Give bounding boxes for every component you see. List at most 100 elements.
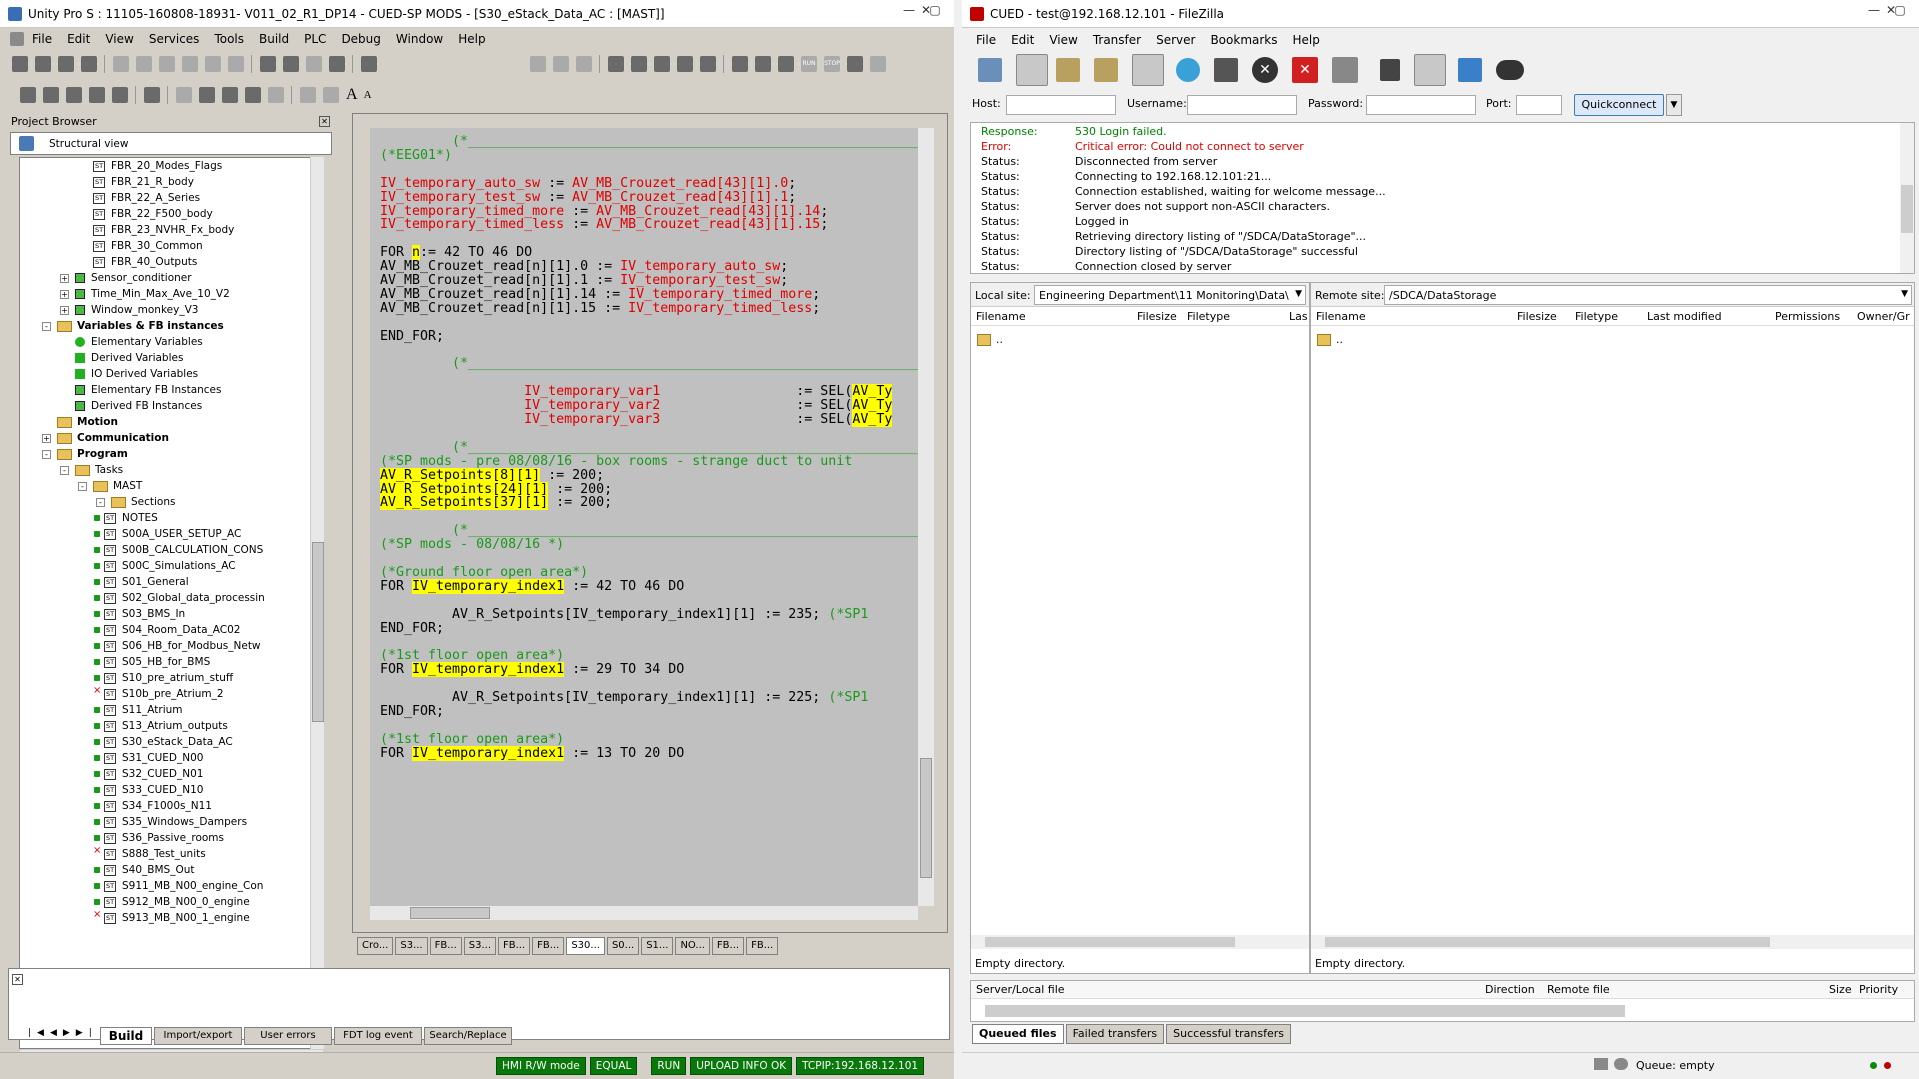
- queue-col-server-local[interactable]: Server/Local file: [976, 981, 1065, 999]
- log-scrollbar[interactable]: [1900, 123, 1914, 273]
- queue-col-priority[interactable]: Priority: [1859, 981, 1898, 999]
- output-tab[interactable]: Import/export: [154, 1027, 242, 1045]
- binoculars-icon[interactable]: [654, 56, 670, 72]
- tree-item[interactable]: ST S34_F1000s_N11: [94, 798, 212, 814]
- password-input[interactable]: [1366, 95, 1476, 115]
- tree-item[interactable]: ST S04_Room_Data_AC02: [94, 622, 240, 638]
- tree-item[interactable]: - Variables & FB instances: [42, 318, 224, 334]
- tree-item[interactable]: ST FBR_22_A_Series: [78, 190, 200, 206]
- editor-hscroll-thumb[interactable]: [410, 907, 490, 919]
- menu-window[interactable]: Window: [396, 32, 443, 46]
- tree-item[interactable]: + Communication: [42, 430, 169, 446]
- tree-item[interactable]: ST S30_eStack_Data_AC: [94, 734, 233, 750]
- cut-icon[interactable]: [136, 56, 152, 72]
- data-editor-icon[interactable]: [677, 56, 693, 72]
- local-parent-dir-row[interactable]: ..: [977, 333, 1003, 346]
- queue-tab[interactable]: Failed transfers: [1065, 1024, 1165, 1044]
- editor-tab[interactable]: FB...: [746, 937, 779, 955]
- grid-icon[interactable]: [870, 56, 886, 72]
- menu-tools[interactable]: Tools: [214, 32, 244, 46]
- tree-item[interactable]: ST S35_Windows_Dampers: [94, 814, 247, 830]
- disconnect-icon[interactable]: ✕: [1292, 57, 1318, 83]
- menu-plc[interactable]: PLC: [304, 32, 326, 46]
- tree-item[interactable]: Elementary FB Instances: [60, 382, 222, 398]
- toggle-remote-tree-icon[interactable]: [1094, 58, 1118, 82]
- font-down-icon[interactable]: [300, 87, 316, 103]
- tree-item[interactable]: + Time_Min_Max_Ave_10_V2: [60, 286, 230, 302]
- remote-col-filetype[interactable]: Filetype: [1575, 308, 1618, 326]
- process-queue-icon[interactable]: [1214, 58, 1238, 82]
- output-tab[interactable]: Search/Replace: [424, 1027, 512, 1045]
- fz-menu-help[interactable]: Help: [1293, 33, 1320, 47]
- tree-item[interactable]: ST S912_MB_N00_0_engine: [94, 894, 250, 910]
- structural-view-header[interactable]: Structural view: [10, 132, 332, 155]
- tree-item[interactable]: ST S40_BMS_Out: [94, 862, 195, 878]
- remote-parent-dir-row[interactable]: ..: [1317, 333, 1343, 346]
- queue-tab[interactable]: Queued files: [972, 1024, 1064, 1044]
- editor-tab[interactable]: S3...: [395, 937, 428, 955]
- editor-tab[interactable]: FB...: [711, 937, 745, 955]
- run-icon[interactable]: RUN: [801, 56, 817, 72]
- tree-item[interactable]: ST S13_Atrium_outputs: [94, 718, 228, 734]
- redo-icon[interactable]: [205, 56, 221, 72]
- fz-menu-bookmarks[interactable]: Bookmarks: [1210, 33, 1277, 47]
- transfer-icon[interactable]: [361, 56, 377, 72]
- browser-icon[interactable]: [608, 56, 624, 72]
- compare-icon[interactable]: [1414, 54, 1446, 86]
- tree-item[interactable]: Motion: [42, 414, 118, 430]
- insert-comment-icon[interactable]: [268, 87, 284, 103]
- validate-icon[interactable]: [228, 56, 244, 72]
- network-icon[interactable]: [732, 56, 748, 72]
- tree-item[interactable]: ST FBR_23_NVHR_Fx_body: [78, 222, 234, 238]
- menu-debug[interactable]: Debug: [341, 32, 380, 46]
- function-block-icon[interactable]: [199, 87, 215, 103]
- expand-toggle-icon[interactable]: +: [60, 289, 69, 299]
- fz-menu-transfer[interactable]: Transfer: [1093, 33, 1141, 47]
- connect-icon[interactable]: [553, 56, 569, 72]
- editor-tab[interactable]: S1...: [641, 937, 674, 955]
- tree-item[interactable]: Derived FB Instances: [60, 398, 202, 414]
- undo-icon[interactable]: [182, 56, 198, 72]
- editor-tab[interactable]: S3...: [463, 937, 497, 955]
- remote-col-filesize[interactable]: Filesize: [1517, 308, 1557, 326]
- tree-item[interactable]: ST FBR_30_Common: [78, 238, 203, 254]
- tree-item[interactable]: - MAST: [78, 478, 142, 494]
- tree-item[interactable]: ST NOTES: [94, 510, 158, 526]
- tree-item[interactable]: ST S06_HB_for_Modbus_Netw: [94, 638, 261, 654]
- step-icon[interactable]: [20, 87, 36, 103]
- remote-col-last-modified[interactable]: Last modified: [1647, 308, 1722, 326]
- refresh-icon[interactable]: [847, 56, 863, 72]
- tree-item[interactable]: ST S36_Passive_rooms: [94, 830, 224, 846]
- queue-hscroll-thumb[interactable]: [985, 1005, 1625, 1017]
- menu-file[interactable]: File: [32, 32, 52, 46]
- remote-col-permissions[interactable]: Permissions: [1775, 308, 1840, 326]
- expand-toggle-icon[interactable]: +: [42, 433, 51, 443]
- remote-path-combo[interactable]: /SDCA/DataStorage ▼: [1384, 285, 1912, 305]
- save-icon[interactable]: [58, 56, 74, 72]
- toggle-queue-icon[interactable]: [1132, 54, 1164, 86]
- editor-hscrollbar[interactable]: [370, 906, 918, 920]
- tree-item[interactable]: ST S02_Global_data_processin: [94, 590, 265, 606]
- close-output-icon[interactable]: ✕: [12, 974, 23, 985]
- tree-item[interactable]: ST S913_MB_N00_1_engine: [93, 909, 250, 926]
- new-project-icon[interactable]: [12, 56, 28, 72]
- tree-scrollbar[interactable]: [310, 157, 324, 1049]
- chevron-down-icon[interactable]: ▼: [1295, 289, 1302, 299]
- tree-item[interactable]: ST S00A_USER_SETUP_AC: [94, 526, 241, 542]
- local-col-filename[interactable]: Filename: [976, 308, 1026, 326]
- editor-tab[interactable]: S30...: [566, 937, 605, 955]
- toggle-log-icon[interactable]: [1016, 54, 1048, 86]
- queue-col-remote-file[interactable]: Remote file: [1547, 981, 1610, 999]
- tree-item[interactable]: ST FBR_21_R_body: [78, 174, 194, 190]
- menu-edit[interactable]: Edit: [67, 32, 90, 46]
- queue-col-direction[interactable]: Direction: [1485, 981, 1535, 999]
- close-panel-icon[interactable]: ✕: [319, 116, 330, 127]
- tree-item[interactable]: ST S10_pre_atrium_stuff: [94, 670, 233, 686]
- tree-item[interactable]: ST FBR_22_F500_body: [78, 206, 213, 222]
- search-binoculars-icon[interactable]: [1496, 60, 1524, 80]
- paste-icon[interactable]: [159, 56, 175, 72]
- fz-menu-server[interactable]: Server: [1156, 33, 1195, 47]
- tree-item[interactable]: ST S911_MB_N00_engine_Con: [94, 878, 263, 894]
- cancel-icon[interactable]: ✕: [1252, 57, 1278, 83]
- reconnect-icon[interactable]: [1332, 57, 1358, 83]
